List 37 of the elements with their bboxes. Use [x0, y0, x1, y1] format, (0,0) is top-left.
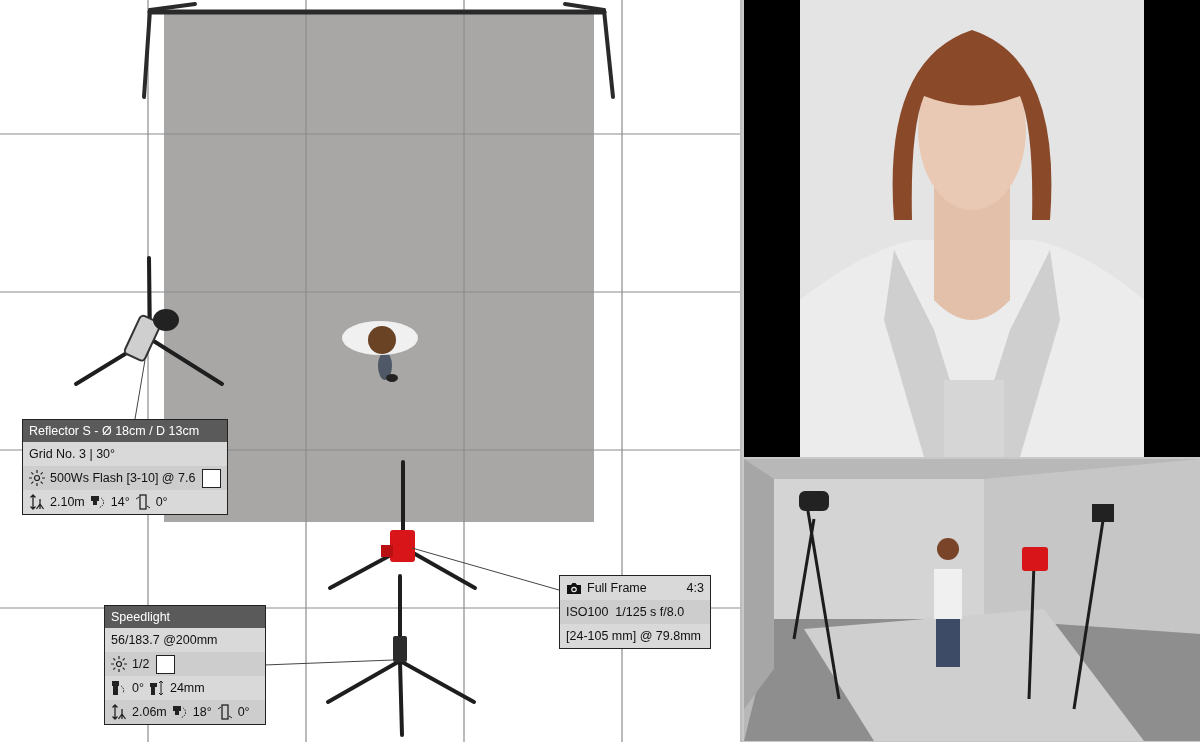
light-stand-drawing[interactable]: [74, 256, 224, 386]
sun-icon: [111, 656, 127, 672]
light-title: Speedlight: [105, 606, 265, 628]
head-angle-icon: [111, 680, 127, 696]
height-icon: [111, 704, 127, 720]
height-icon: [29, 494, 45, 510]
tilt-angle: 18°: [192, 705, 212, 719]
tilt-icon: [171, 704, 188, 720]
camera-stand-drawing[interactable]: [328, 460, 477, 590]
camera-icon: [566, 581, 582, 595]
zoom-length: 24mm: [169, 681, 205, 695]
head-angle: 0°: [132, 681, 144, 695]
sun-icon: [29, 470, 45, 486]
roll-icon: [216, 704, 233, 720]
backdrop-stand-drawing[interactable]: [142, 2, 615, 99]
exposure-settings: ISO100 1/125 s f/8.0: [566, 605, 685, 619]
flash-power: 1/2: [132, 657, 150, 671]
aspect-ratio: 4:3: [685, 581, 704, 595]
roll-angle: 0°: [237, 705, 250, 719]
zoom-icon: [148, 680, 165, 696]
tilt-angle: 14°: [110, 495, 130, 509]
roll-icon: [134, 494, 151, 510]
flash-power: 500Ws Flash [3-10] @ 7.6: [50, 471, 196, 485]
light-setting: Grid No. 3 | 30°: [29, 447, 116, 461]
leader-line: [134, 359, 146, 420]
sensor-format: Full Frame: [587, 581, 647, 595]
person-top-view-drawing[interactable]: [342, 321, 418, 382]
tilt-icon: [89, 494, 106, 510]
color-swatch[interactable]: [156, 654, 176, 674]
light-title: Reflector S - Ø 18cm / D 13cm: [23, 420, 228, 442]
light-height: 2.06m: [132, 705, 167, 719]
light-height: 2.10m: [50, 495, 85, 509]
roll-angle: 0°: [155, 495, 168, 509]
lens-focal-length: [24-105 mm] @ 79.8mm: [566, 629, 701, 643]
color-swatch[interactable]: [202, 468, 222, 488]
light-setting: 56/183.7 @200mm: [111, 633, 218, 647]
speedlight-stand-drawing[interactable]: [326, 574, 476, 737]
